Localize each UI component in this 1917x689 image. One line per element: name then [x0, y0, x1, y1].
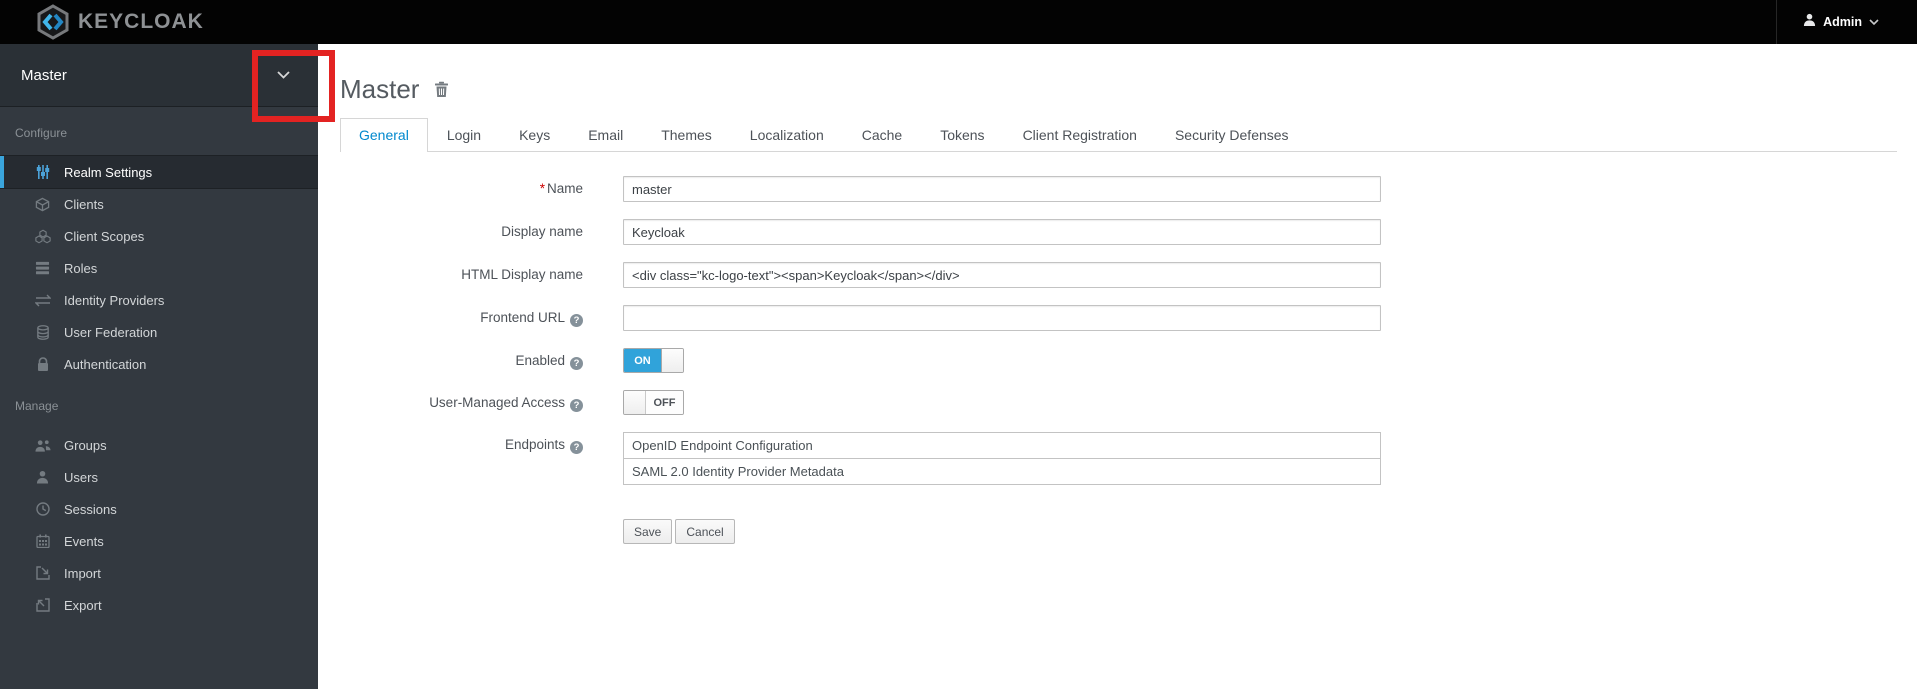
enabled-toggle[interactable]: ON: [623, 348, 684, 373]
sidebar: Master Configure Realm Settings Clients: [0, 44, 318, 689]
tab-keys[interactable]: Keys: [500, 118, 569, 152]
buttons-spacer: [340, 502, 583, 544]
tab-cache[interactable]: Cache: [843, 118, 921, 152]
tab-themes[interactable]: Themes: [642, 118, 731, 152]
sidebar-item-label: Sessions: [64, 501, 117, 517]
html-display-name-input[interactable]: [623, 262, 1381, 288]
endpoints-label: Endpoints?: [340, 432, 583, 485]
help-icon[interactable]: ?: [570, 357, 583, 370]
exchange-arrows-icon: [34, 294, 51, 307]
group-icon: [34, 439, 51, 452]
help-icon[interactable]: ?: [570, 314, 583, 327]
list-icon: [34, 261, 51, 275]
calendar-icon: [34, 534, 51, 548]
toggle-off-label: OFF: [646, 391, 683, 414]
page-title: Master: [340, 74, 420, 104]
display-name-input[interactable]: [623, 219, 1381, 245]
user-managed-access-toggle[interactable]: OFF: [623, 390, 684, 415]
tab-login[interactable]: Login: [428, 118, 500, 152]
sidebar-item-groups[interactable]: Groups: [0, 429, 318, 461]
sidebar-item-user-federation[interactable]: User Federation: [0, 316, 318, 348]
sidebar-item-label: Export: [64, 597, 102, 613]
realm-general-form: *Name Display name HTML Display name: [340, 176, 1897, 544]
realm-selector[interactable]: Master: [0, 44, 318, 107]
keycloak-logo[interactable]: KEYCLOAK: [0, 4, 204, 40]
sidebar-item-clients[interactable]: Clients: [0, 188, 318, 220]
sidebar-section-configure: Configure: [15, 126, 68, 140]
top-navbar: KEYCLOAK Admin: [0, 0, 1917, 44]
sidebar-item-sessions[interactable]: Sessions: [0, 493, 318, 525]
sidebar-item-events[interactable]: Events: [0, 525, 318, 557]
sliders-icon: [34, 164, 51, 180]
realm-tabs: General Login Keys Email Themes Localiza…: [340, 118, 1897, 152]
sidebar-item-import[interactable]: Import: [0, 557, 318, 589]
user-managed-access-label: User-Managed Access?: [340, 390, 583, 415]
user-menu-caret-icon: [1869, 13, 1879, 31]
keycloak-hexagon-icon: [36, 4, 70, 40]
toggle-on-label: ON: [624, 349, 661, 372]
openid-endpoint-link[interactable]: OpenID Endpoint Configuration: [623, 432, 1381, 459]
export-icon: [34, 598, 51, 612]
save-button[interactable]: Save: [623, 519, 673, 544]
enabled-label: Enabled?: [340, 348, 583, 373]
tab-client-registration[interactable]: Client Registration: [1004, 118, 1156, 152]
sidebar-item-client-scopes[interactable]: Client Scopes: [0, 220, 318, 252]
tab-tokens[interactable]: Tokens: [921, 118, 1003, 152]
sidebar-item-realm-settings[interactable]: Realm Settings: [0, 156, 318, 188]
tab-security-defenses[interactable]: Security Defenses: [1156, 118, 1308, 152]
sidebar-item-authentication[interactable]: Authentication: [0, 348, 318, 380]
cubes-icon: [34, 229, 51, 244]
user-icon: [1803, 13, 1816, 31]
clock-icon: [34, 502, 51, 516]
main-content: Master General Login Keys Email Themes L…: [318, 44, 1917, 689]
required-asterisk: *: [539, 181, 545, 196]
help-icon[interactable]: ?: [570, 441, 583, 454]
help-icon[interactable]: ?: [570, 399, 583, 412]
chevron-down-icon[interactable]: [277, 66, 290, 84]
import-icon: [34, 566, 51, 580]
sidebar-item-label: Identity Providers: [64, 292, 165, 308]
sidebar-item-label: Events: [64, 533, 104, 549]
toggle-handle: [661, 349, 683, 372]
saml-metadata-link[interactable]: SAML 2.0 Identity Provider Metadata: [623, 458, 1381, 485]
name-input[interactable]: [623, 176, 1381, 202]
lock-icon: [34, 356, 51, 372]
sidebar-item-label: Users: [64, 469, 98, 485]
sidebar-item-label: User Federation: [64, 324, 158, 340]
sidebar-item-label: Roles: [64, 260, 98, 276]
user-menu-label: Admin: [1823, 15, 1862, 29]
cancel-button[interactable]: Cancel: [675, 519, 735, 544]
user-icon: [34, 470, 51, 484]
cube-icon: [34, 197, 51, 212]
toggle-handle: [624, 391, 646, 414]
display-name-label: Display name: [501, 224, 583, 239]
sidebar-item-identity-providers[interactable]: Identity Providers: [0, 284, 318, 316]
frontend-url-input[interactable]: [623, 305, 1381, 331]
sidebar-item-export[interactable]: Export: [0, 589, 318, 621]
sidebar-item-roles[interactable]: Roles: [0, 252, 318, 284]
sidebar-item-label: Clients: [64, 196, 104, 212]
sidebar-section-manage: Manage: [15, 399, 59, 413]
sidebar-item-label: Groups: [64, 437, 107, 453]
html-display-name-label: HTML Display name: [461, 267, 583, 282]
user-menu[interactable]: Admin: [1776, 0, 1917, 44]
keycloak-logo-text: KEYCLOAK: [78, 10, 204, 33]
tab-localization[interactable]: Localization: [731, 118, 843, 152]
tab-general[interactable]: General: [340, 118, 428, 152]
tab-email[interactable]: Email: [569, 118, 642, 152]
sidebar-item-label: Realm Settings: [64, 164, 153, 180]
database-icon: [34, 324, 51, 340]
sidebar-item-label: Authentication: [64, 356, 147, 372]
delete-realm-trash-icon[interactable]: [434, 81, 449, 98]
sidebar-item-users[interactable]: Users: [0, 461, 318, 493]
frontend-url-label: Frontend URL?: [340, 305, 583, 331]
sidebar-item-label: Import: [64, 565, 101, 581]
sidebar-item-label: Client Scopes: [64, 228, 145, 244]
name-label: * Name: [539, 181, 583, 196]
realm-selector-label: Master: [21, 66, 67, 84]
